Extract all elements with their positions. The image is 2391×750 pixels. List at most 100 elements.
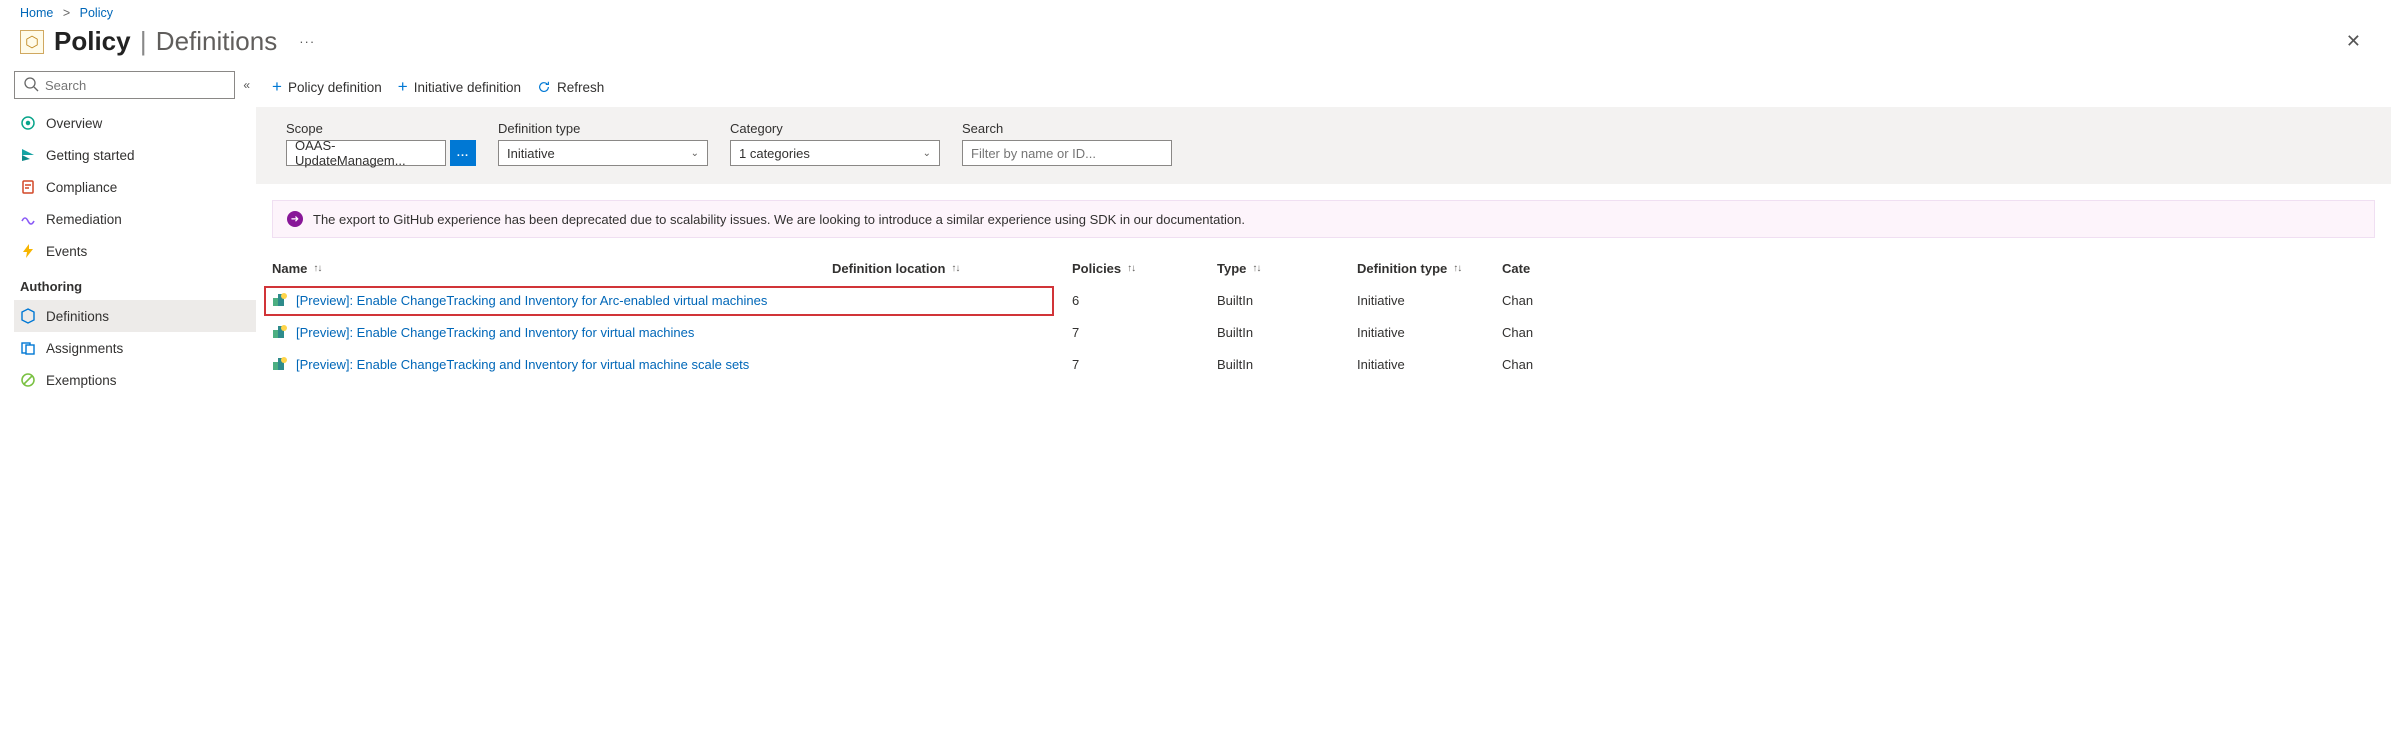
definition-type-select[interactable]: Initiative ⌄ — [498, 140, 708, 166]
category-label: Category — [730, 121, 940, 136]
cell-deftype: Initiative — [1357, 357, 1502, 372]
policy-icon — [20, 30, 44, 54]
sidebar: « Overview Getting started Compliance Re… — [0, 67, 256, 406]
scope-picker-button[interactable]: ... — [450, 140, 476, 166]
chevron-down-icon: ⌄ — [691, 148, 699, 159]
close-button[interactable]: ✕ — [2336, 27, 2371, 56]
cell-type: BuiltIn — [1217, 293, 1357, 308]
title-separator: | — [133, 26, 154, 57]
table-row[interactable]: [Preview]: Enable ChangeTracking and Inv… — [272, 284, 2375, 316]
sidebar-item-label: Assignments — [46, 341, 123, 356]
sidebar-item-label: Events — [46, 244, 87, 259]
cell-policies: 7 — [1072, 325, 1217, 340]
cell-deftype: Initiative — [1357, 325, 1502, 340]
category-value: 1 categories — [739, 146, 810, 161]
col-category[interactable]: Cate — [1502, 261, 1557, 276]
page-header: Policy | Definitions ··· ✕ — [0, 22, 2391, 67]
info-icon: ➜ — [287, 211, 303, 227]
col-name[interactable]: Name↑↓ — [272, 261, 832, 276]
add-policy-definition-button[interactable]: + Policy definition — [272, 77, 382, 97]
assignments-icon — [20, 340, 36, 356]
filter-search-input[interactable] — [971, 146, 1163, 161]
definitions-icon — [20, 308, 36, 324]
scope-select[interactable]: OAAS-UpdateManagem... — [286, 140, 446, 166]
overview-icon — [20, 115, 36, 131]
sidebar-item-compliance[interactable]: Compliance — [14, 171, 256, 203]
definitions-table: Name↑↓ Definition location↑↓ Policies↑↓ … — [272, 252, 2375, 380]
category-select[interactable]: 1 categories ⌄ — [730, 140, 940, 166]
cell-category: Chan — [1502, 357, 1557, 372]
filter-bar: Scope OAAS-UpdateManagem... ... Definiti… — [256, 107, 2391, 184]
cell-policies: 7 — [1072, 357, 1217, 372]
breadcrumb-sep: > — [63, 6, 70, 20]
plus-icon: + — [272, 77, 282, 97]
col-location[interactable]: Definition location↑↓ — [832, 261, 1072, 276]
getting-started-icon — [20, 147, 36, 163]
toolbar: + Policy definition + Initiative definit… — [256, 67, 2391, 107]
initiative-icon — [272, 291, 288, 310]
sidebar-item-label: Exemptions — [46, 373, 117, 388]
sidebar-item-overview[interactable]: Overview — [14, 107, 256, 139]
sidebar-item-assignments[interactable]: Assignments — [14, 332, 256, 364]
cell-type: BuiltIn — [1217, 325, 1357, 340]
sidebar-item-label: Getting started — [46, 148, 135, 163]
definition-type-label: Definition type — [498, 121, 708, 136]
cell-category: Chan — [1502, 293, 1557, 308]
search-label: Search — [962, 121, 1172, 136]
sidebar-search[interactable] — [14, 71, 235, 99]
col-policies[interactable]: Policies↑↓ — [1072, 261, 1217, 276]
sidebar-item-events[interactable]: Events — [14, 235, 256, 267]
sidebar-item-label: Remediation — [46, 212, 122, 227]
search-icon — [23, 76, 39, 95]
sidebar-item-remediation[interactable]: Remediation — [14, 203, 256, 235]
plus-icon: + — [398, 77, 408, 97]
refresh-icon — [537, 80, 551, 94]
scope-label: Scope — [286, 121, 476, 136]
filter-search[interactable] — [962, 140, 1172, 166]
toolbar-label: Initiative definition — [414, 80, 521, 95]
initiative-icon — [272, 355, 288, 374]
toolbar-label: Refresh — [557, 80, 604, 95]
events-icon — [20, 243, 36, 259]
sidebar-search-input[interactable] — [45, 78, 226, 93]
sidebar-item-definitions[interactable]: Definitions — [14, 300, 256, 332]
sidebar-item-label: Compliance — [46, 180, 117, 195]
col-type[interactable]: Type↑↓ — [1217, 261, 1357, 276]
table-row[interactable]: [Preview]: Enable ChangeTracking and Inv… — [272, 316, 2375, 348]
sort-icon: ↑↓ — [1127, 263, 1135, 274]
more-menu[interactable]: ··· — [299, 34, 315, 49]
definition-type-value: Initiative — [507, 146, 555, 161]
exemptions-icon — [20, 372, 36, 388]
sidebar-item-label: Definitions — [46, 309, 109, 324]
banner-text: The export to GitHub experience has been… — [313, 212, 1245, 227]
remediation-icon — [20, 211, 36, 227]
toolbar-label: Policy definition — [288, 80, 382, 95]
initiative-icon — [272, 323, 288, 342]
cell-category: Chan — [1502, 325, 1557, 340]
page-title: Policy — [54, 26, 131, 57]
page-subtitle: Definitions — [156, 26, 277, 57]
definition-link[interactable]: [Preview]: Enable ChangeTracking and Inv… — [296, 357, 749, 372]
sort-icon: ↑↓ — [1453, 263, 1461, 274]
sort-icon: ↑↓ — [951, 263, 959, 274]
breadcrumb-policy[interactable]: Policy — [80, 6, 113, 20]
col-deftype[interactable]: Definition type↑↓ — [1357, 261, 1502, 276]
refresh-button[interactable]: Refresh — [537, 80, 604, 95]
sort-icon: ↑↓ — [1252, 263, 1260, 274]
cell-policies: 6 — [1072, 293, 1217, 308]
cell-type: BuiltIn — [1217, 357, 1357, 372]
sidebar-item-getting-started[interactable]: Getting started — [14, 139, 256, 171]
sidebar-item-exemptions[interactable]: Exemptions — [14, 364, 256, 396]
table-row[interactable]: [Preview]: Enable ChangeTracking and Inv… — [272, 348, 2375, 380]
compliance-icon — [20, 179, 36, 195]
breadcrumb-home[interactable]: Home — [20, 6, 53, 20]
sidebar-section-authoring: Authoring — [14, 267, 256, 300]
definition-link[interactable]: [Preview]: Enable ChangeTracking and Inv… — [296, 325, 694, 340]
cell-deftype: Initiative — [1357, 293, 1502, 308]
scope-value: OAAS-UpdateManagem... — [295, 138, 437, 168]
collapse-sidebar[interactable]: « — [243, 78, 250, 92]
table-header: Name↑↓ Definition location↑↓ Policies↑↓ … — [272, 252, 2375, 284]
add-initiative-definition-button[interactable]: + Initiative definition — [398, 77, 521, 97]
definition-link[interactable]: [Preview]: Enable ChangeTracking and Inv… — [296, 293, 767, 308]
info-banner: ➜ The export to GitHub experience has be… — [272, 200, 2375, 238]
